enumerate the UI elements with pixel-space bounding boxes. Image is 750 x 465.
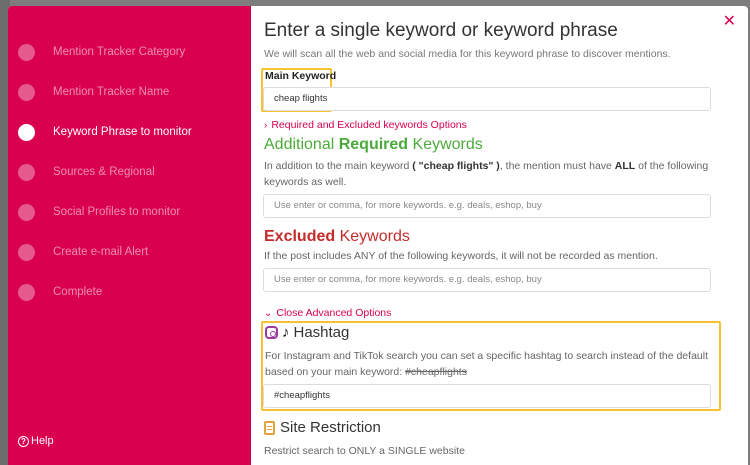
additional-desc-2: , the mention must have	[499, 160, 615, 172]
step-label: Social Profiles to monitor	[53, 206, 181, 218]
wizard-content: ✕ Enter a single keyword or keyword phra…	[251, 6, 748, 465]
required-excluded-toggle[interactable]: › Required and Excluded keywords Options	[264, 119, 467, 131]
page-subtitle: We will scan all the web and social medi…	[264, 48, 671, 60]
step-complete[interactable]: Complete	[8, 272, 251, 312]
question-circle-icon: ?	[18, 435, 29, 447]
additional-desc-1: In addition to the main keyword	[264, 160, 413, 172]
hashtag-title-label: Hashtag	[293, 324, 350, 341]
step-social-profiles[interactable]: Social Profiles to monitor	[8, 192, 251, 232]
step-indicator-icon	[18, 283, 35, 301]
step-label: Mention Tracker Name	[53, 86, 170, 98]
advanced-options-toggle[interactable]: ⌄ Close Advanced Options	[264, 307, 391, 319]
excluded-keywords-title: Excluded Keywords	[264, 228, 410, 246]
hashtag-description: For Instagram and TikTok search you can …	[265, 348, 715, 380]
step-indicator-icon	[18, 43, 35, 61]
hashtag-title: ♪ Hashtag	[265, 324, 349, 341]
additional-desc-all: ALL	[614, 160, 636, 172]
document-icon	[264, 420, 275, 435]
required-keywords-input[interactable]: Use enter or comma, for more keywords. e…	[263, 194, 711, 218]
hashtag-desc-1: For Instagram and TikTok search you can …	[265, 350, 708, 378]
chevron-down-icon: ⌄	[264, 307, 273, 319]
excluded-title-bold: Excluded	[264, 228, 336, 245]
step-label: Mention Tracker Category	[53, 46, 186, 58]
wizard-steps: Mention Tracker Category Mention Tracker…	[8, 32, 251, 312]
page-title: Enter a single keyword or keyword phrase	[264, 20, 618, 41]
additional-required-description: In addition to the main keyword ( "cheap…	[264, 158, 714, 190]
step-sources-regional[interactable]: Sources & Regional	[8, 152, 251, 192]
help-label: Help	[31, 435, 54, 447]
step-indicator-icon	[18, 203, 35, 221]
chevron-right-icon: ›	[264, 119, 268, 131]
step-email-alert[interactable]: Create e-mail Alert	[8, 232, 251, 272]
close-icon[interactable]: ✕	[723, 14, 736, 30]
step-indicator-icon	[18, 83, 35, 101]
additional-title-prefix: Additional	[264, 136, 339, 153]
hashtag-input[interactable]: #cheapflights	[263, 384, 711, 408]
keyword-wizard-modal: Mention Tracker Category Mention Tracker…	[8, 6, 748, 465]
required-excluded-toggle-label: Required and Excluded keywords Options	[271, 119, 467, 131]
instagram-icon	[265, 326, 278, 339]
hashtag-desc-strike: #cheapflights	[405, 366, 467, 378]
step-keyword-phrase[interactable]: Keyword Phrase to monitor	[8, 112, 251, 152]
site-restriction-title: Site Restriction	[264, 419, 381, 436]
additional-title-suffix: Keywords	[408, 136, 483, 153]
advanced-options-toggle-label: Close Advanced Options	[276, 307, 392, 319]
main-keyword-input[interactable]: cheap flights	[263, 87, 711, 111]
wizard-sidebar: Mention Tracker Category Mention Tracker…	[8, 6, 251, 465]
step-label: Keyword Phrase to monitor	[53, 126, 192, 138]
additional-required-title: Additional Required Keywords	[264, 136, 483, 154]
step-mention-tracker-category[interactable]: Mention Tracker Category	[8, 32, 251, 72]
step-label: Complete	[53, 286, 103, 298]
additional-desc-keyword: ( "cheap flights" )	[412, 160, 500, 172]
excluded-keywords-description: If the post includes ANY of the followin…	[264, 250, 658, 262]
step-label: Create e-mail Alert	[53, 246, 149, 258]
step-label: Sources & Regional	[53, 166, 155, 178]
excluded-title-suffix: Keywords	[335, 228, 410, 245]
main-keyword-label: Main Keyword	[265, 70, 337, 82]
help-link[interactable]: ? Help	[18, 435, 54, 447]
step-indicator-icon	[18, 243, 35, 261]
step-indicator-icon	[18, 163, 35, 181]
excluded-keywords-input[interactable]: Use enter or comma, for more keywords. e…	[263, 268, 711, 292]
step-indicator-icon	[18, 123, 35, 141]
step-mention-tracker-name[interactable]: Mention Tracker Name	[8, 72, 251, 112]
site-restriction-description: Restrict search to ONLY a SINGLE website	[264, 445, 465, 457]
site-restriction-title-label: Site Restriction	[280, 419, 381, 436]
tiktok-icon: ♪	[282, 324, 290, 341]
additional-title-bold: Required	[338, 136, 409, 153]
